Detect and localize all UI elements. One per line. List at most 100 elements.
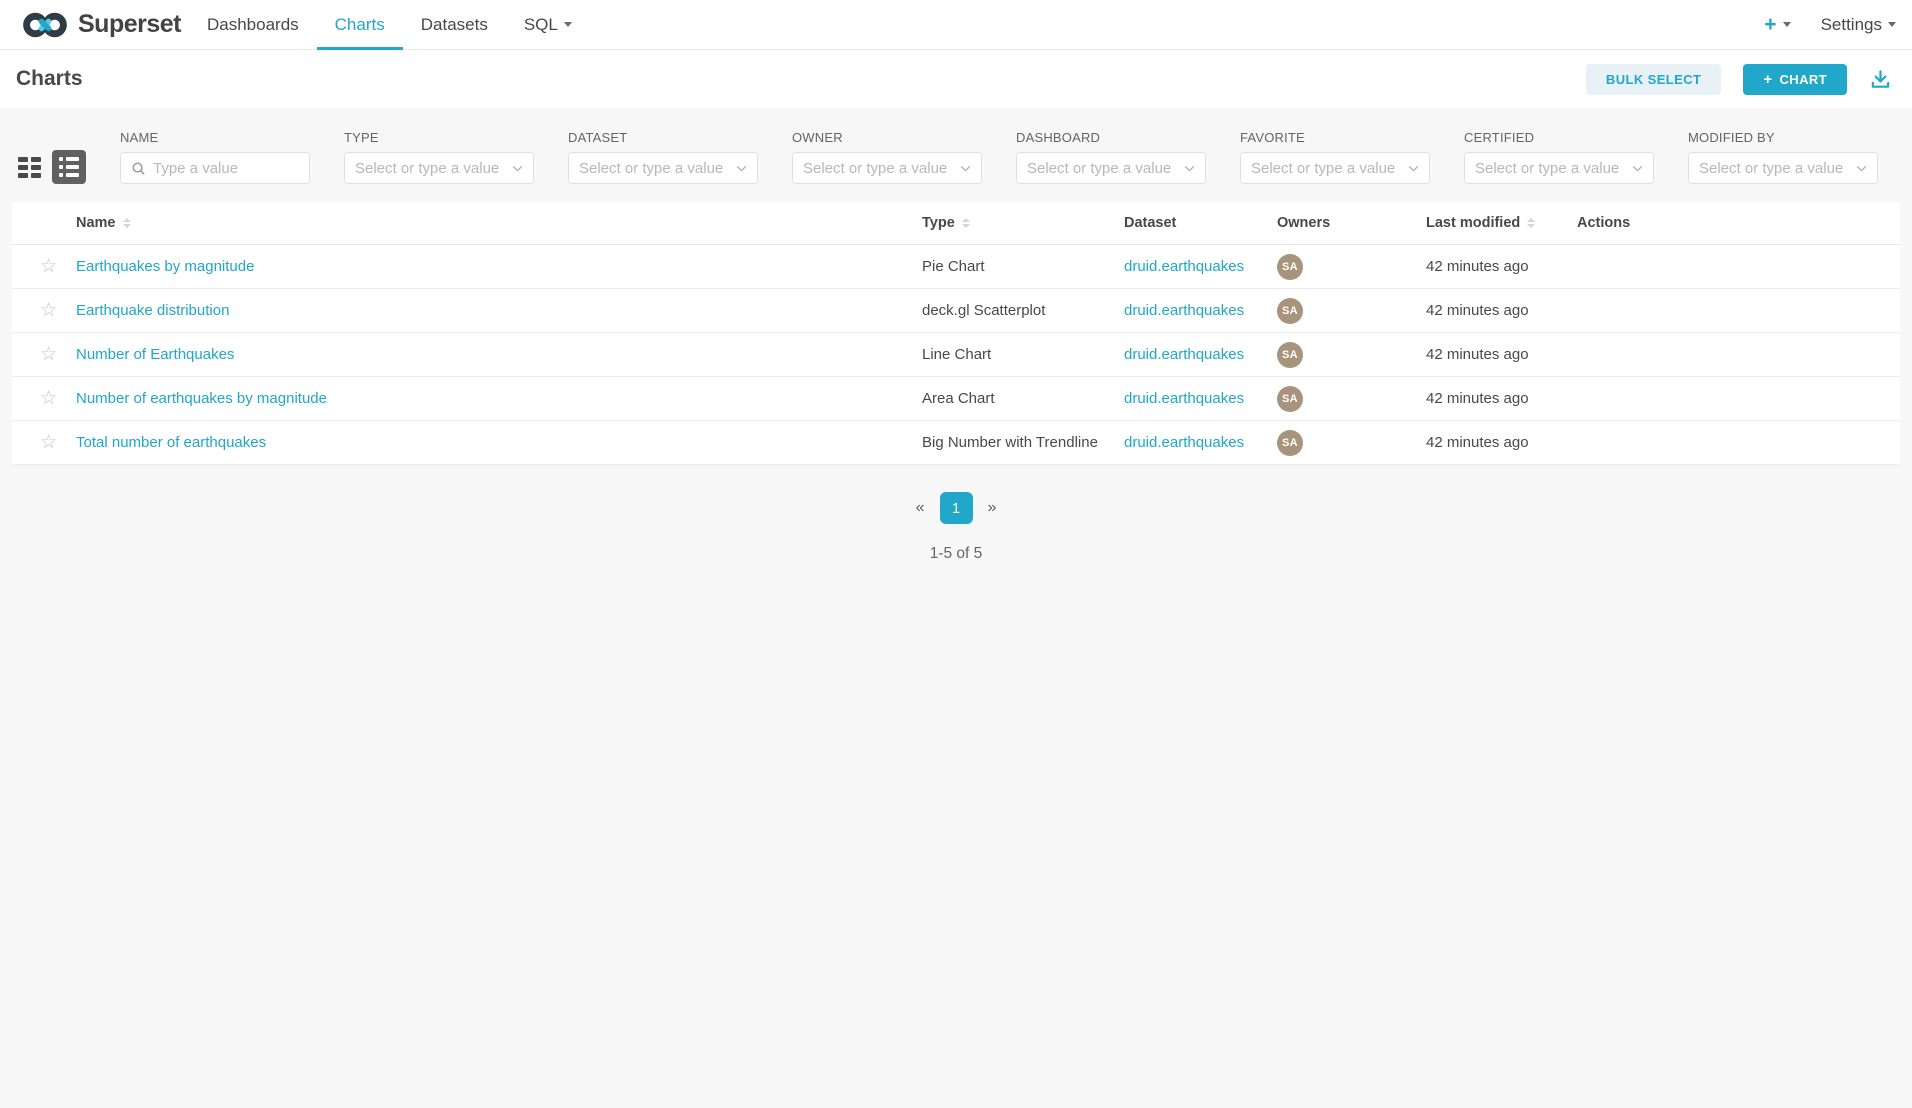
filter-modified-by: MODIFIED BY Select or type a value xyxy=(1688,130,1878,184)
card-view-toggle-icon[interactable] xyxy=(18,157,41,178)
nav-item-charts[interactable]: Charts xyxy=(317,0,403,49)
navbar-right: + Settings xyxy=(1764,0,1900,49)
bulk-select-button[interactable]: BULK SELECT xyxy=(1586,64,1721,95)
owner-avatar[interactable]: SA xyxy=(1277,386,1303,412)
superset-logo[interactable]: Superset xyxy=(22,0,181,49)
certified-filter-select[interactable]: Select or type a value xyxy=(1464,152,1654,184)
table-row: ☆ Total number of earthquakes Big Number… xyxy=(12,421,1900,465)
table-row: ☆ Earthquake distribution deck.gl Scatte… xyxy=(12,289,1900,333)
column-header-type[interactable]: Type xyxy=(922,215,1124,231)
select-placeholder: Select or type a value xyxy=(1251,160,1401,177)
chart-type: deck.gl Scatterplot xyxy=(922,302,1124,319)
owner-avatar[interactable]: SA xyxy=(1277,254,1303,280)
nav-item-sql[interactable]: SQL xyxy=(506,0,590,49)
main-nav: Dashboards Charts Datasets SQL xyxy=(189,0,590,49)
chevron-down-icon xyxy=(960,165,971,172)
table-row: ☆ Number of Earthquakes Line Chart druid… xyxy=(12,333,1900,377)
filter-label: DATASET xyxy=(568,130,758,145)
chevron-down-icon xyxy=(564,22,572,27)
add-chart-button[interactable]: + CHART xyxy=(1743,64,1847,95)
column-label: Dataset xyxy=(1124,215,1176,231)
column-header-name[interactable]: Name xyxy=(76,215,922,231)
name-filter-input[interactable] xyxy=(153,160,299,177)
chart-name-link[interactable]: Number of earthquakes by magnitude xyxy=(76,390,327,407)
nav-item-label: Dashboards xyxy=(207,15,299,35)
owner-avatar[interactable]: SA xyxy=(1277,298,1303,324)
next-page-button[interactable]: » xyxy=(988,499,997,517)
chart-name-link[interactable]: Total number of earthquakes xyxy=(76,434,266,451)
column-label: Type xyxy=(922,215,955,231)
favorite-filter-select[interactable]: Select or type a value xyxy=(1240,152,1430,184)
type-filter-select[interactable]: Select or type a value xyxy=(344,152,534,184)
chevron-down-icon xyxy=(1888,22,1896,27)
filter-owner: OWNER Select or type a value xyxy=(792,130,982,184)
filter-bar: NAME TYPE Select or type a value DATASET… xyxy=(0,108,1912,202)
last-modified: 42 minutes ago xyxy=(1426,346,1577,363)
dashboard-filter-select[interactable]: Select or type a value xyxy=(1016,152,1206,184)
import-charts-button[interactable] xyxy=(1869,68,1892,91)
owner-filter-select[interactable]: Select or type a value xyxy=(792,152,982,184)
chart-name-link[interactable]: Number of Earthquakes xyxy=(76,346,234,363)
chart-type: Pie Chart xyxy=(922,258,1124,275)
filter-dataset: DATASET Select or type a value xyxy=(568,130,758,184)
filter-label: NAME xyxy=(120,130,310,145)
nav-item-label: Charts xyxy=(335,15,385,35)
settings-menu-button[interactable]: Settings xyxy=(1821,15,1896,35)
dataset-link[interactable]: druid.earthquakes xyxy=(1124,390,1244,407)
download-icon xyxy=(1869,68,1892,91)
new-item-menu-button[interactable]: + xyxy=(1764,14,1790,35)
select-placeholder: Select or type a value xyxy=(579,160,729,177)
last-modified: 42 minutes ago xyxy=(1426,258,1577,275)
favorite-star-icon[interactable]: ☆ xyxy=(40,433,57,452)
chevron-down-icon xyxy=(1408,165,1419,172)
owner-avatar[interactable]: SA xyxy=(1277,342,1303,368)
chevron-down-icon xyxy=(736,165,747,172)
select-placeholder: Select or type a value xyxy=(1475,160,1625,177)
chevron-down-icon xyxy=(1856,165,1867,172)
chart-name-link[interactable]: Earthquakes by magnitude xyxy=(76,258,254,275)
dataset-link[interactable]: druid.earthquakes xyxy=(1124,346,1244,363)
filter-label: FAVORITE xyxy=(1240,130,1430,145)
last-modified: 42 minutes ago xyxy=(1426,434,1577,451)
column-header-actions: Actions xyxy=(1577,215,1900,231)
page-title: Charts xyxy=(16,67,83,91)
nav-item-label: Datasets xyxy=(421,15,488,35)
page-1-button[interactable]: 1 xyxy=(940,492,973,524)
pagination: « 1 » xyxy=(0,492,1912,524)
brand-name: Superset xyxy=(78,10,181,39)
plus-icon: + xyxy=(1764,14,1776,35)
table-row: ☆ Number of earthquakes by magnitude Are… xyxy=(12,377,1900,421)
favorite-star-icon[interactable]: ☆ xyxy=(40,257,57,276)
pagination-summary: 1-5 of 5 xyxy=(0,545,1912,563)
dataset-filter-select[interactable]: Select or type a value xyxy=(568,152,758,184)
filter-type: TYPE Select or type a value xyxy=(344,130,534,184)
list-view-toggle-icon[interactable] xyxy=(52,150,86,184)
name-search-field[interactable] xyxy=(120,152,310,184)
chart-type: Line Chart xyxy=(922,346,1124,363)
favorite-star-icon[interactable]: ☆ xyxy=(40,389,57,408)
nav-item-datasets[interactable]: Datasets xyxy=(403,0,506,49)
dataset-link[interactable]: druid.earthquakes xyxy=(1124,258,1244,275)
favorite-star-icon[interactable]: ☆ xyxy=(40,301,57,320)
chevron-down-icon xyxy=(1783,22,1791,27)
dataset-link[interactable]: druid.earthquakes xyxy=(1124,302,1244,319)
chart-name-link[interactable]: Earthquake distribution xyxy=(76,302,229,319)
column-label: Actions xyxy=(1577,215,1630,231)
view-toggles xyxy=(18,150,86,184)
favorite-star-icon[interactable]: ☆ xyxy=(40,345,57,364)
sort-icon xyxy=(1527,218,1535,228)
column-header-last-modified[interactable]: Last modified xyxy=(1426,215,1577,231)
chevron-down-icon xyxy=(1632,165,1643,172)
chart-type: Area Chart xyxy=(922,390,1124,407)
select-placeholder: Select or type a value xyxy=(355,160,505,177)
modified-by-filter-select[interactable]: Select or type a value xyxy=(1688,152,1878,184)
dataset-link[interactable]: druid.earthquakes xyxy=(1124,434,1244,451)
previous-page-button[interactable]: « xyxy=(916,499,925,517)
nav-item-dashboards[interactable]: Dashboards xyxy=(189,0,317,49)
filter-label: OWNER xyxy=(792,130,982,145)
chevron-down-icon xyxy=(512,165,523,172)
select-placeholder: Select or type a value xyxy=(803,160,953,177)
owner-avatar[interactable]: SA xyxy=(1277,430,1303,456)
chevron-down-icon xyxy=(1184,165,1195,172)
column-header-owners: Owners xyxy=(1277,215,1426,231)
